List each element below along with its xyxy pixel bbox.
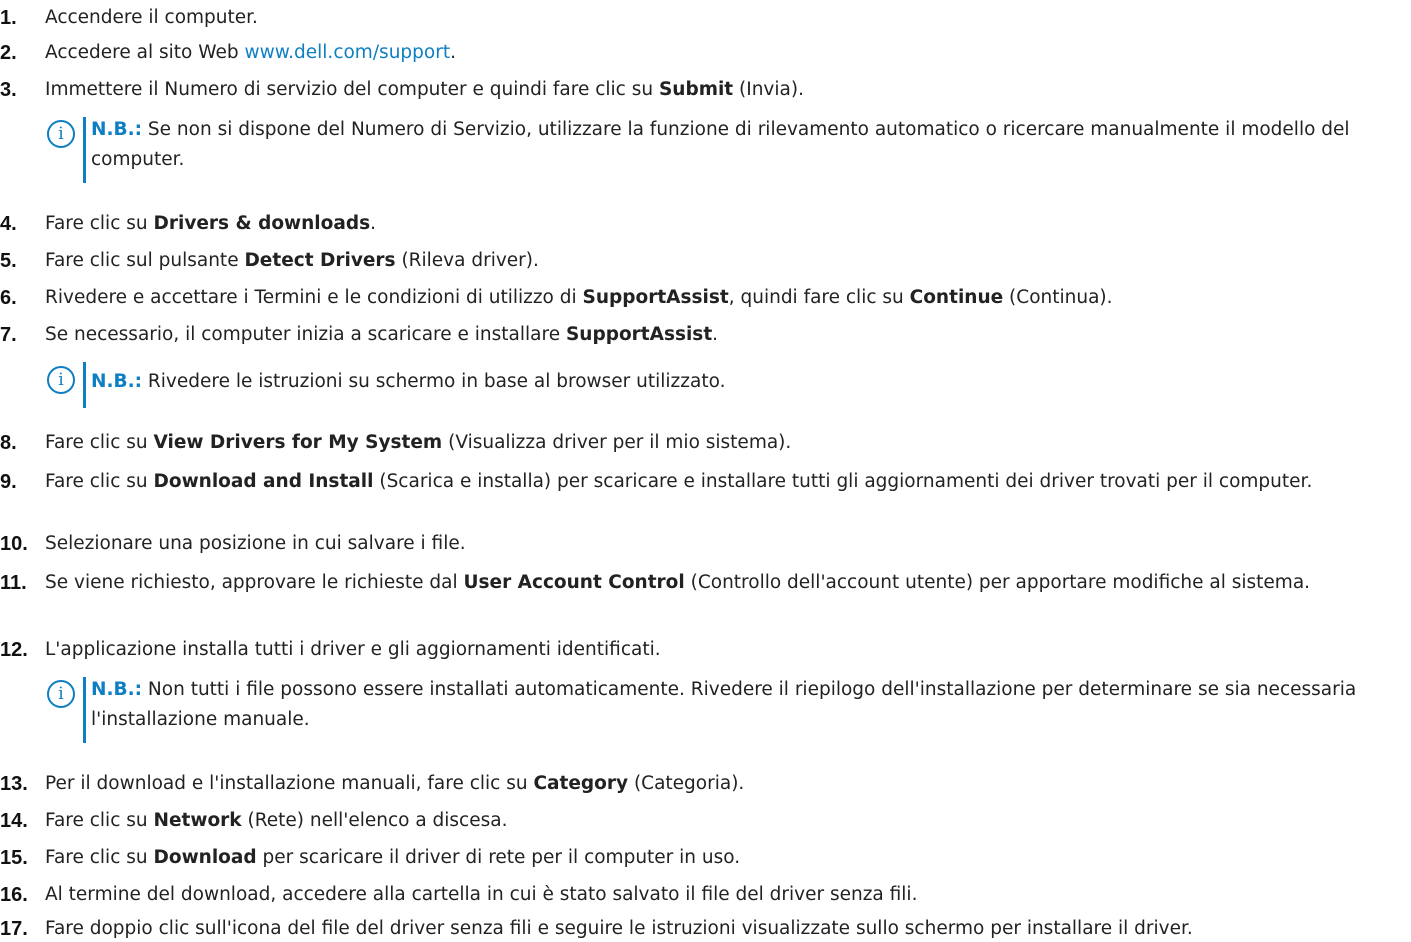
step-number: 14. [0, 810, 28, 832]
step-text: Selezionare una posizione in cui salvare… [45, 531, 1400, 557]
note-label: N.B.: [91, 371, 143, 392]
note-body: Se non si dispone del Numero di Servizio… [91, 119, 1350, 170]
note-text: N.B.: Non tutti i file possono essere in… [91, 675, 1397, 735]
bold-term: Submit [658, 79, 734, 100]
bold-term: SupportAssist [565, 324, 713, 345]
step-number: 15. [0, 847, 28, 869]
text-run: per scaricare il driver di rete per il c… [256, 847, 741, 868]
step-number: 4. [0, 213, 17, 235]
text-run: . [450, 42, 456, 63]
note-2: i N.B.: Rivedere le istruzioni su scherm… [47, 362, 1397, 408]
step-number: 11. [0, 572, 27, 594]
bold-term: Category [533, 773, 629, 794]
text-run: Fare doppio clic sull'icona del file del… [45, 918, 1193, 939]
text-run: (Rileva driver). [395, 250, 539, 271]
step-number: 9. [0, 471, 17, 493]
text-run: L'applicazione installa tutti i driver e… [45, 639, 661, 660]
instructions-document: 1. Accendere il computer. 2. Accedere al… [0, 0, 1411, 942]
bold-term: Download and Install [153, 471, 374, 492]
step-number: 5. [0, 250, 17, 272]
info-icon: i [47, 680, 75, 708]
text-run: Accendere il computer. [45, 7, 258, 28]
note-text: N.B.: Se non si dispone del Numero di Se… [91, 115, 1397, 175]
text-run: Al termine del download, accedere alla c… [45, 884, 918, 905]
step-text: Fare clic su Download and Install (Scari… [45, 469, 1400, 495]
note-body: Rivedere le istruzioni su schermo in bas… [142, 371, 726, 392]
bold-term: User Account Control [463, 572, 685, 593]
text-run: Per il download e l'installazione manual… [45, 773, 534, 794]
text-run: Fare clic su [45, 810, 154, 831]
step-text: Fare clic su Drivers & downloads. [45, 211, 1400, 237]
note-label: N.B.: [91, 679, 143, 700]
step-number: 12. [0, 639, 28, 661]
step-text: Fare clic sul pulsante Detect Drivers (R… [45, 248, 1400, 274]
bold-term: Continue [909, 287, 1004, 308]
step-number: 10. [0, 533, 28, 555]
bold-term: Network [153, 810, 242, 831]
step-text: Se viene richiesto, approvare le richies… [45, 570, 1400, 596]
step-text: L'applicazione installa tutti i driver e… [45, 637, 1400, 663]
info-icon: i [47, 366, 75, 394]
step-number: 6. [0, 287, 17, 309]
note-text: N.B.: Rivedere le istruzioni su schermo … [91, 367, 1397, 397]
step-text: Fare doppio clic sull'icona del file del… [45, 916, 1400, 942]
step-number: 13. [0, 773, 28, 795]
bold-term: SupportAssist [582, 287, 729, 308]
text-run: Selezionare una posizione in cui salvare… [45, 533, 466, 554]
text-run: Fare clic su [45, 847, 154, 868]
step-number: 16. [0, 884, 28, 906]
text-run: Accedere al sito Web [45, 42, 245, 63]
step-text: Immettere il Numero di servizio del comp… [45, 77, 1400, 103]
text-run: (Rete) nell'elenco a discesa. [241, 810, 508, 831]
text-run: Se necessario, il computer inizia a scar… [45, 324, 566, 345]
text-run: , quindi fare clic su [728, 287, 910, 308]
text-run: (Scarica e installa) per scaricare e ins… [373, 471, 1313, 492]
step-text: Rivedere e accettare i Termini e le cond… [45, 285, 1400, 311]
info-icon: i [47, 120, 75, 148]
step-text: Fare clic su View Drivers for My System … [45, 430, 1400, 456]
step-number: 1. [0, 7, 17, 29]
step-number: 3. [0, 79, 17, 101]
bold-term: Download [153, 847, 257, 868]
bold-term: Detect Drivers [244, 250, 396, 271]
text-run: Rivedere e accettare i Termini e le cond… [45, 287, 583, 308]
bold-term: View Drivers for My System [153, 432, 443, 453]
text-run: . [712, 324, 719, 345]
step-text: Fare clic su Download per scaricare il d… [45, 845, 1400, 871]
text-run: Fare clic su [45, 213, 154, 234]
step-text: Se necessario, il computer inizia a scar… [45, 322, 1400, 348]
note-bar [83, 677, 86, 743]
text-run: (Visualizza driver per il mio sistema). [442, 432, 792, 453]
text-run: (Controllo dell'account utente) per appo… [684, 572, 1311, 593]
text-run: Immettere il Numero di servizio del comp… [45, 79, 659, 100]
text-run: (Invia). [733, 79, 804, 100]
step-text: Per il download e l'installazione manual… [45, 771, 1400, 797]
step-text: Accendere il computer. [45, 5, 1400, 31]
note-3: i N.B.: Non tutti i file possono essere … [47, 675, 1397, 745]
note-bar [83, 117, 86, 183]
text-run: Fare clic sul pulsante [45, 250, 245, 271]
step-number: 17. [0, 918, 28, 940]
text-run: . [370, 213, 376, 234]
bold-term: Drivers & downloads [153, 213, 371, 234]
text-run: Fare clic su [45, 432, 154, 453]
step-number: 7. [0, 324, 17, 346]
text-run: (Continua). [1003, 287, 1113, 308]
support-link[interactable]: www.dell.com/support [244, 42, 450, 63]
step-number: 2. [0, 42, 17, 64]
note-1: i N.B.: Se non si dispone del Numero di … [47, 115, 1397, 185]
note-body: Non tutti i file possono essere installa… [91, 679, 1357, 730]
text-run: (Categoria). [628, 773, 745, 794]
step-text: Al termine del download, accedere alla c… [45, 882, 1400, 908]
text-run: Fare clic su [45, 471, 154, 492]
step-number: 8. [0, 432, 17, 454]
note-label: N.B.: [91, 119, 143, 140]
text-run: Se viene richiesto, approvare le richies… [45, 572, 464, 593]
step-text: Accedere al sito Web www.dell.com/suppor… [45, 40, 1400, 66]
step-text: Fare clic su Network (Rete) nell'elenco … [45, 808, 1400, 834]
note-bar [83, 362, 86, 408]
